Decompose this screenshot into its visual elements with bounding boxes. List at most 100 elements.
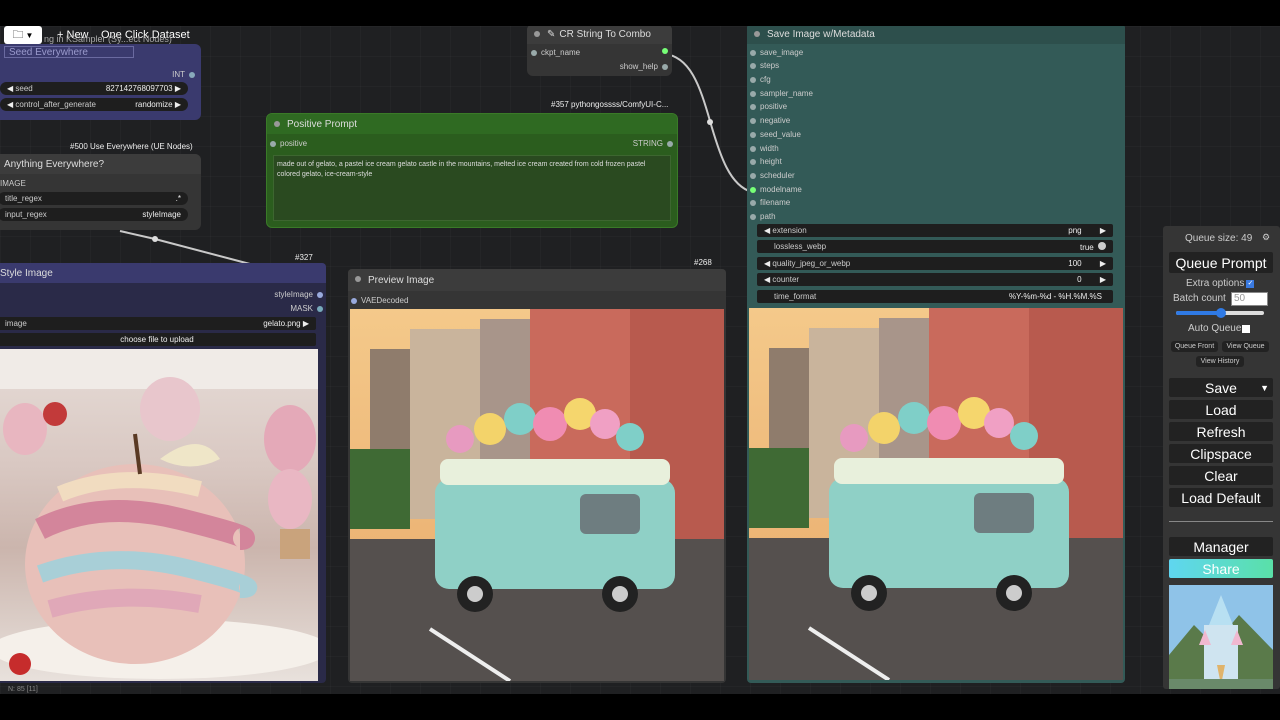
collapse-dot[interactable] (754, 31, 760, 37)
show-help-output-slot[interactable]: show_help (620, 62, 668, 71)
input-label: filename (760, 198, 791, 207)
input-slot[interactable]: negative (750, 116, 790, 125)
node-title-bar[interactable]: ✎ CR String To Combo (527, 26, 672, 44)
node-title-bar[interactable]: Save Image w/Metadata (747, 26, 1125, 44)
prev-option-icon[interactable]: ◀ (764, 226, 770, 235)
seed-everywhere-node[interactable]: Seed Everywhere INT ◀ seed 8271427680977… (0, 44, 201, 120)
input-regex-widget[interactable]: input_regex styleImage (0, 208, 188, 221)
cag-value: randomize (135, 100, 173, 109)
collapse-dot[interactable] (355, 276, 361, 282)
lossless-webp-toggle[interactable]: lossless_webp true (757, 240, 1113, 253)
manager-button[interactable]: Manager (1169, 537, 1273, 556)
control-after-generate-widget[interactable]: ◀ control_after_generate randomize ▶ (0, 98, 188, 111)
prev-option-icon[interactable]: ◀ (7, 100, 13, 109)
string-output-slot[interactable]: STRING (633, 139, 673, 148)
share-button[interactable]: Share (1169, 559, 1273, 578)
toggle-knob-icon[interactable] (1098, 241, 1106, 250)
vae-decoded-input-slot[interactable]: VAEDecoded (351, 296, 408, 305)
input-slot[interactable]: positive (750, 102, 787, 111)
decrement-icon[interactable]: ◀ (764, 259, 770, 268)
clear-button[interactable]: Clear (1169, 466, 1273, 485)
anything-everywhere-node[interactable]: Anything Everywhere? IMAGE title_regex .… (0, 154, 201, 230)
save-button[interactable]: Save ▼ (1169, 378, 1273, 397)
preview-image (350, 309, 724, 681)
settings-gear-icon[interactable]: ⚙ (1262, 232, 1270, 243)
modelname-input-slot[interactable]: modelname (750, 185, 802, 194)
auto-queue-checkbox[interactable] (1242, 324, 1251, 333)
time-format-widget[interactable]: time_format %Y-%m-%d - %H.%M.%S (757, 290, 1113, 303)
int-output-slot[interactable]: INT (172, 70, 195, 79)
gelato-apple-illustration (0, 349, 318, 679)
batch-slider-thumb[interactable] (1216, 308, 1226, 318)
image-select-widget[interactable]: image gelato.png ▶ (0, 317, 316, 330)
next-option-icon[interactable]: ▶ (303, 319, 309, 328)
input-label: seed_value (760, 130, 801, 139)
input-slot[interactable]: scheduler (750, 171, 795, 180)
node-title-bar[interactable]: Positive Prompt (267, 114, 677, 134)
node-title-bar[interactable]: Preview Image (348, 269, 726, 291)
clipspace-button[interactable]: Clipspace (1169, 444, 1273, 463)
ckpt-name-input-slot[interactable]: ckpt_name (531, 48, 580, 57)
load-default-button[interactable]: Load Default (1169, 488, 1273, 507)
input-slot[interactable]: save_image (750, 48, 803, 57)
view-queue-button[interactable]: View Queue (1222, 341, 1269, 352)
increment-icon[interactable]: ▶ (1100, 275, 1106, 284)
gelato-castle-thumbnail (1169, 585, 1273, 689)
extension-widget[interactable]: ◀ extension png ▶ (757, 224, 1113, 237)
counter-value: 0 (1077, 275, 1082, 284)
seed-value: 827142768097703 (105, 84, 173, 93)
title-regex-widget[interactable]: title_regex .* (0, 192, 188, 205)
quality-widget[interactable]: ◀ quality_jpeg_or_webp 100 ▶ (757, 257, 1113, 270)
style-image-node[interactable]: Style Image styleImage MASK image gelato… (0, 263, 326, 683)
input-slot[interactable]: filename (750, 198, 790, 207)
style-image-preview (0, 349, 318, 681)
input-slot[interactable]: cfg (750, 75, 771, 84)
auto-queue-row[interactable]: Auto Queue (1188, 323, 1251, 334)
seed-widget[interactable]: ◀ seed 827142768097703 ▶ (0, 82, 188, 95)
node-title-bar[interactable]: Style Image (0, 263, 326, 283)
save-label: Save (1205, 379, 1237, 396)
image-input-slot[interactable]: IMAGE (0, 179, 26, 188)
input-slot[interactable]: height (750, 157, 782, 166)
input-slot[interactable]: path (750, 212, 776, 221)
history-thumbnail[interactable] (1169, 585, 1273, 689)
refresh-button[interactable]: Refresh (1169, 422, 1273, 441)
image-label: image (5, 319, 27, 328)
view-history-button[interactable]: View History (1196, 356, 1244, 367)
positive-input-slot[interactable]: positive (270, 139, 307, 148)
input-slot[interactable]: width (750, 144, 779, 153)
collapse-dot[interactable] (534, 31, 540, 37)
chevron-down-icon[interactable]: ▼ (1260, 383, 1269, 393)
increment-icon[interactable]: ▶ (1100, 259, 1106, 268)
styleimage-output-slot[interactable]: styleImage (274, 290, 323, 299)
ckpt-output-slot[interactable] (662, 48, 668, 54)
collapse-dot[interactable] (274, 121, 280, 127)
load-button[interactable]: Load (1169, 400, 1273, 419)
increment-icon[interactable]: ▶ (175, 84, 181, 93)
next-option-icon[interactable]: ▶ (1100, 226, 1106, 235)
batch-count-slider[interactable] (1176, 308, 1264, 318)
graph-canvas[interactable]: Seed Everywhere INT ◀ seed 8271427680977… (0, 26, 1280, 694)
queue-front-button[interactable]: Queue Front (1171, 341, 1218, 352)
input-label: path (760, 212, 776, 221)
prompt-textarea[interactable]: made out of gelato, a pastel ice cream g… (273, 155, 671, 221)
counter-widget[interactable]: ◀ counter 0 ▶ (757, 273, 1113, 286)
node-title-bar[interactable]: Anything Everywhere? (0, 154, 201, 174)
queue-prompt-button[interactable]: Queue Prompt (1169, 252, 1273, 273)
next-option-icon[interactable]: ▶ (175, 100, 181, 109)
decrement-icon[interactable]: ◀ (764, 275, 770, 284)
preview-image-node[interactable]: Preview Image VAEDecoded (348, 269, 726, 683)
string-to-combo-node[interactable]: ✎ CR String To Combo ckpt_name show_help (527, 26, 672, 76)
upload-button[interactable]: choose file to upload (0, 333, 316, 346)
positive-prompt-node[interactable]: Positive Prompt positive STRING made out… (266, 113, 678, 228)
input-slot[interactable]: sampler_name (750, 89, 813, 98)
mask-output-slot[interactable]: MASK (290, 304, 323, 313)
decrement-icon[interactable]: ◀ (7, 84, 13, 93)
input-slot[interactable]: steps (750, 61, 779, 70)
input-slot[interactable]: seed_value (750, 130, 801, 139)
extra-options-checkbox[interactable]: ✓ (1246, 279, 1255, 288)
save-image-metadata-node[interactable]: Save Image w/Metadata save_image steps c… (747, 26, 1125, 683)
folder-menu-button[interactable]: 🗀 ▼ (4, 26, 42, 44)
batch-count-input[interactable]: 50 (1231, 292, 1268, 306)
extra-options-row[interactable]: Extra options ✓ (1186, 278, 1255, 289)
